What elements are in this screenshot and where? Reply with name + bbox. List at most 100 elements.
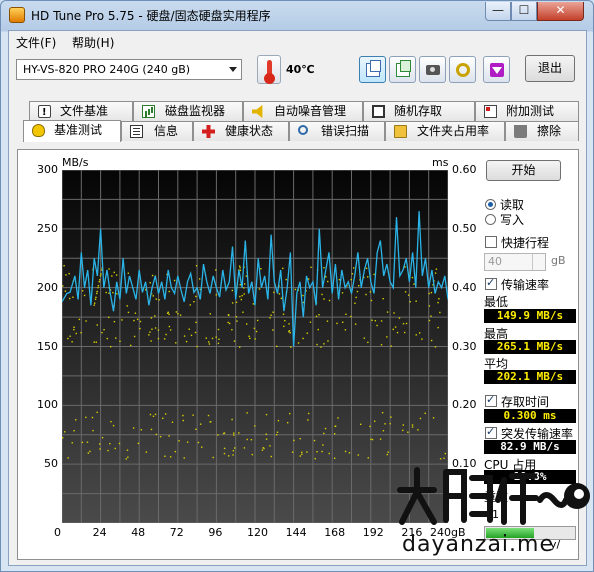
access-time-point	[108, 292, 110, 294]
access-time-point	[289, 331, 291, 334]
tab-info[interactable]: 信息	[121, 121, 193, 141]
screenshot-button[interactable]	[419, 56, 446, 83]
access-time-point	[110, 345, 112, 348]
quick-stroke-input[interactable]: 40	[484, 253, 546, 271]
access-time-point	[209, 313, 211, 315]
access-time-point	[73, 326, 75, 328]
access-time-point	[233, 432, 235, 434]
access-time-point	[238, 432, 240, 434]
access-time-point	[326, 320, 329, 322]
access-time-point	[152, 295, 154, 297]
access-time-point	[324, 427, 327, 430]
access-time-point	[276, 345, 278, 348]
burst-rate-checkbox[interactable]	[485, 425, 497, 439]
close-button[interactable]: ✕	[537, 2, 584, 21]
access-time-label: 存取时间	[501, 395, 550, 409]
access-time-point	[183, 335, 186, 337]
access-time-point	[231, 289, 234, 292]
access-time-point	[209, 421, 211, 423]
menu-help[interactable]: 帮助(H)	[72, 34, 114, 51]
access-time-point	[108, 316, 110, 319]
tab-aam[interactable]: 自动噪音管理	[243, 101, 363, 121]
exit-button[interactable]: 退出	[525, 55, 575, 82]
tab-erase[interactable]: 擦除	[505, 121, 579, 141]
access-time-point	[96, 411, 98, 414]
access-time-point	[270, 455, 272, 458]
access-time-point	[411, 276, 414, 279]
access-time-point	[251, 453, 254, 456]
wrench-icon	[456, 63, 470, 77]
access-time-point	[95, 341, 98, 343]
access-time-point	[359, 423, 362, 426]
access-time-point	[373, 420, 376, 422]
tab-error-scan[interactable]: 错误扫描	[289, 121, 385, 141]
tab-random-access[interactable]: 随机存取	[363, 101, 475, 121]
access-time-point	[356, 290, 359, 293]
x-tick-label: 192	[362, 526, 384, 539]
access-time-point	[196, 345, 198, 348]
access-time-point	[114, 447, 116, 450]
tab-disk-monitor[interactable]: 磁盘监视器	[133, 101, 243, 121]
access-time-point	[430, 291, 433, 294]
access-time-point	[393, 312, 395, 314]
tab-extra-tests[interactable]: 附加测试	[475, 101, 579, 121]
access-time-point	[136, 318, 139, 321]
menu-file[interactable]: 文件(F)	[16, 34, 56, 51]
trash-icon	[514, 125, 527, 138]
access-time-point	[233, 340, 236, 342]
tab-folder-usage[interactable]: 文件夹占用率	[385, 121, 505, 141]
quick-stroke-unit: gB	[551, 254, 566, 267]
access-time-point	[424, 412, 426, 415]
access-time-point	[269, 445, 271, 447]
copy-all-button[interactable]	[389, 56, 416, 83]
access-time-point	[201, 446, 203, 448]
start-button[interactable]: 开始	[486, 160, 561, 181]
access-time-point	[435, 268, 438, 270]
access-time-point	[99, 275, 102, 277]
access-time-point	[392, 328, 395, 331]
drive-select[interactable]: HY-VS-820 PRO 240G (240 gB)	[16, 59, 242, 80]
minimize-button[interactable]: —	[485, 2, 511, 21]
read-radio[interactable]	[485, 199, 496, 210]
health-cross-icon	[202, 125, 215, 138]
access-time-point	[369, 291, 372, 293]
folder-icon	[394, 125, 407, 138]
access-time-point	[168, 313, 170, 316]
access-time-point	[154, 413, 157, 416]
quick-stroke-checkbox[interactable]	[485, 236, 497, 248]
access-time-point	[265, 413, 268, 416]
quick-stroke-label: 快捷行程	[501, 236, 550, 250]
maximize-button[interactable]: ☐	[511, 2, 537, 21]
access-time-point	[365, 293, 367, 296]
access-time-point	[419, 417, 422, 420]
title-bar[interactable]: HD Tune Pro 5.75 - 硬盘/固态硬盘实用程序 — ☐ ✕	[1, 1, 593, 29]
write-radio[interactable]	[485, 214, 496, 225]
access-time-point	[113, 271, 115, 274]
copy-text-button[interactable]	[359, 56, 386, 83]
access-time-point	[197, 441, 200, 444]
save-button[interactable]	[483, 56, 510, 83]
tab-health[interactable]: 健康状态	[193, 121, 289, 141]
access-time-point	[179, 314, 182, 316]
x-tick-label: 48	[131, 526, 146, 539]
access-time-point	[413, 283, 415, 285]
options-button[interactable]	[449, 56, 476, 83]
access-time-point	[190, 334, 193, 337]
access-time-point	[218, 338, 220, 341]
access-time-point	[280, 297, 283, 300]
access-time-point	[421, 338, 423, 340]
temperature-button[interactable]	[257, 55, 281, 84]
access-time-point	[159, 435, 162, 438]
access-time-point	[254, 425, 256, 427]
access-time-checkbox[interactable]	[485, 393, 497, 407]
access-time-point	[149, 331, 151, 333]
spinner-arrows-icon[interactable]	[532, 254, 545, 270]
access-time-point	[270, 314, 272, 316]
access-time-point	[415, 300, 417, 302]
transfer-rate-checkbox[interactable]	[485, 276, 497, 290]
tab-benchmark[interactable]: 基准测试	[23, 120, 121, 142]
x-tick-label: 144	[285, 526, 307, 539]
access-time-point	[430, 315, 432, 317]
y2-tick-label: 0.60	[452, 163, 477, 176]
tab-file-benchmark[interactable]: 文件基准	[29, 101, 133, 122]
